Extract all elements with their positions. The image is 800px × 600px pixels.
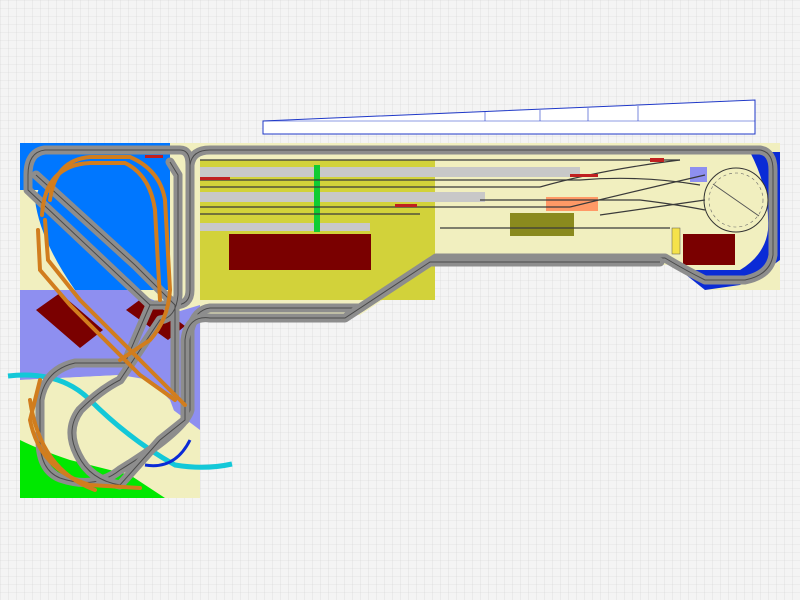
freight-shed (510, 213, 574, 236)
signal-box (671, 227, 681, 255)
salmon-building (546, 197, 598, 211)
yard-platform (200, 223, 370, 231)
bridge-green (314, 165, 320, 232)
layout-canvas[interactable] (0, 0, 800, 600)
turntable (703, 167, 769, 233)
warehouse-building (229, 234, 371, 270)
track-plan[interactable] (0, 0, 800, 600)
engine-house (683, 234, 735, 265)
small-lavender-building (690, 167, 707, 182)
station-platform-2 (200, 192, 485, 202)
station-platform (200, 167, 580, 177)
